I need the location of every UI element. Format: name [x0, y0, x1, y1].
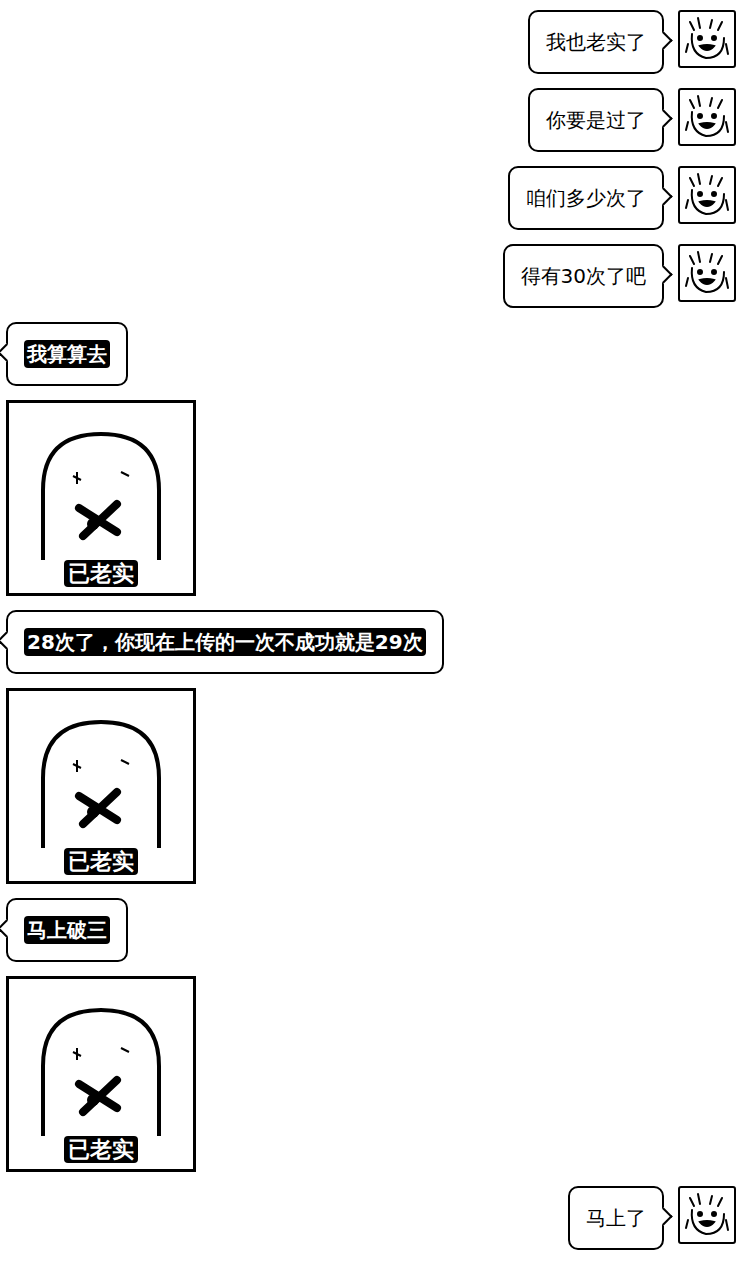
- sticker-caption: 已老实: [64, 560, 138, 588]
- sticker[interactable]: 已老实: [6, 400, 196, 596]
- meme-face-icon: [21, 996, 181, 1136]
- message-bubble[interactable]: 咱们多少次了: [508, 166, 664, 230]
- message-text: 我也老实了: [546, 29, 646, 55]
- message-row: 我也老实了: [6, 10, 736, 74]
- message-bubble[interactable]: 28次了，你现在上传的一次不成功就是29次: [6, 610, 444, 674]
- message-text: 咱们多少次了: [526, 185, 646, 211]
- message-bubble[interactable]: 我算算去: [6, 322, 128, 386]
- sticker[interactable]: 已老实: [6, 688, 196, 884]
- avatar-icon[interactable]: [678, 166, 736, 224]
- message-bubble[interactable]: 马上破三: [6, 898, 128, 962]
- message-row: 我算算去: [6, 322, 736, 386]
- message-text: 马上破三: [24, 916, 110, 944]
- avatar-icon[interactable]: [678, 88, 736, 146]
- message-row: 咱们多少次了: [6, 166, 736, 230]
- message-text: 你要是过了: [546, 107, 646, 133]
- sticker-caption: 已老实: [64, 1136, 138, 1164]
- message-row: 马上破三: [6, 898, 736, 962]
- message-bubble[interactable]: 马上了: [568, 1186, 664, 1250]
- avatar-icon[interactable]: [678, 10, 736, 68]
- message-row: 已老实: [6, 400, 736, 596]
- avatar-icon[interactable]: [678, 244, 736, 302]
- message-row: 你要是过了: [6, 88, 736, 152]
- message-bubble[interactable]: 我也老实了: [528, 10, 664, 74]
- message-row: 马上了: [6, 1186, 736, 1250]
- message-text: 马上了: [586, 1205, 646, 1231]
- message-text: 我算算去: [24, 340, 110, 368]
- message-row: 28次了，你现在上传的一次不成功就是29次: [6, 610, 736, 674]
- message-text: 得有30次了吧: [521, 263, 646, 289]
- message-row: 得有30次了吧: [6, 244, 736, 308]
- message-row: 已老实: [6, 976, 736, 1172]
- chat-list: 我也老实了你要是过了咱们多少次了得有30次了吧我算算去已老实 28次了，你现在上传…: [0, 0, 750, 1250]
- sticker[interactable]: 已老实: [6, 976, 196, 1172]
- sticker-caption: 已老实: [64, 848, 138, 876]
- avatar-icon[interactable]: [678, 1186, 736, 1244]
- message-row: 已老实: [6, 688, 736, 884]
- message-bubble[interactable]: 得有30次了吧: [503, 244, 664, 308]
- meme-face-icon: [21, 420, 181, 560]
- meme-face-icon: [21, 708, 181, 848]
- message-bubble[interactable]: 你要是过了: [528, 88, 664, 152]
- message-text: 28次了，你现在上传的一次不成功就是29次: [24, 628, 426, 656]
